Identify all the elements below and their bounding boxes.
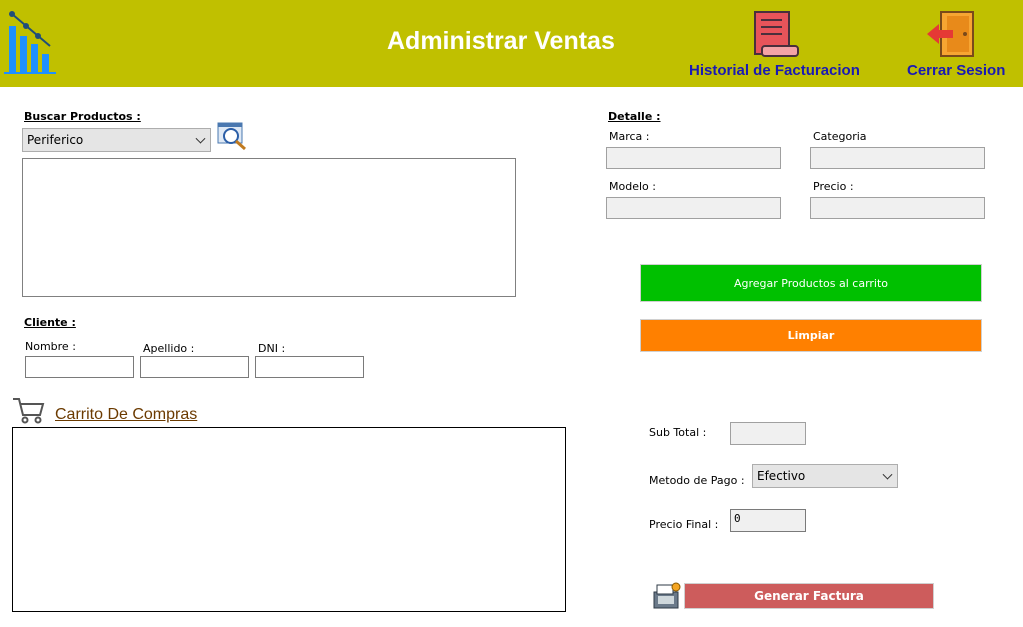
page-title: Administrar Ventas — [387, 27, 615, 55]
modelo-label: Modelo : — [609, 180, 656, 193]
category-select[interactable]: Periferico — [22, 128, 211, 152]
precio-label: Precio : — [813, 180, 854, 193]
apellido-input[interactable] — [140, 356, 249, 378]
invoice-history-icon[interactable] — [752, 10, 800, 60]
logout-link[interactable]: Cerrar Sesion — [907, 62, 1005, 79]
payment-method-value: Efectivo — [757, 469, 806, 483]
final-price-field[interactable]: 0 — [730, 509, 806, 532]
invoice-register-icon — [652, 582, 682, 610]
products-list[interactable] — [22, 158, 516, 297]
categoria-field[interactable] — [810, 147, 985, 169]
marca-label: Marca : — [609, 130, 650, 143]
payment-method-select[interactable]: Efectivo — [752, 464, 898, 488]
nombre-input[interactable] — [25, 356, 134, 378]
categoria-label: Categoria — [813, 130, 867, 143]
marca-field[interactable] — [606, 147, 781, 169]
final-price-label: Precio Final : — [649, 518, 719, 531]
modelo-field[interactable] — [606, 197, 781, 219]
add-to-cart-button[interactable]: Agregar Productos al carrito — [639, 263, 983, 303]
client-label: Cliente : — [24, 316, 76, 329]
app-logo-chart-icon — [4, 10, 56, 74]
cart-title: Carrito De Compras — [55, 406, 198, 423]
payment-method-label: Metodo de Pago : — [649, 474, 745, 487]
search-products-label: Buscar Productos : — [24, 110, 141, 123]
category-select-value: Periferico — [27, 133, 84, 147]
search-icon[interactable] — [217, 122, 249, 152]
nombre-label: Nombre : — [25, 340, 76, 353]
cart-list[interactable] — [12, 427, 566, 612]
logout-door-icon[interactable] — [925, 10, 977, 60]
subtotal-label: Sub Total : — [649, 426, 707, 439]
clear-button[interactable]: Limpiar — [639, 318, 983, 353]
generate-invoice-button[interactable]: Generar Factura — [683, 582, 935, 610]
invoice-history-link[interactable]: Historial de Facturacion — [689, 62, 860, 79]
shopping-cart-icon — [12, 396, 46, 424]
detail-label: Detalle : — [608, 110, 661, 123]
precio-field[interactable] — [810, 197, 985, 219]
chevron-down-icon — [882, 469, 893, 480]
subtotal-field[interactable] — [730, 422, 806, 445]
dni-input[interactable] — [255, 356, 364, 378]
apellido-label: Apellido : — [143, 342, 195, 355]
chevron-down-icon — [195, 133, 206, 144]
dni-label: DNI : — [258, 342, 286, 355]
